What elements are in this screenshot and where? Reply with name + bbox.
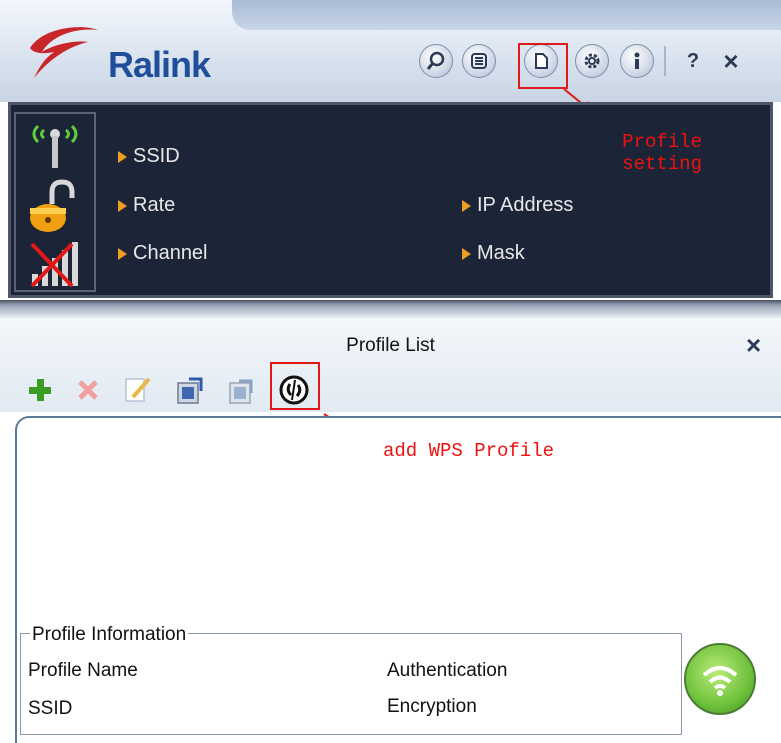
title-bar-tab: [232, 0, 781, 30]
profile-setting-annotation: Profile setting: [612, 131, 702, 175]
import-profile-button[interactable]: [172, 372, 208, 408]
export-profile-button[interactable]: [224, 372, 260, 408]
add-wps-annotation: add WPS Profile: [383, 440, 555, 462]
ip-address-label-text: IP Address: [477, 194, 574, 216]
connect-button[interactable]: [684, 643, 756, 715]
encryption-label: Encryption: [387, 696, 477, 717]
edit-icon: [125, 377, 151, 402]
annotation-line: Profile: [622, 131, 702, 153]
wps-button-highlight: [270, 362, 320, 410]
info-icon: [634, 52, 640, 69]
edit-profile-button[interactable]: [120, 372, 156, 408]
ssid-label-text: SSID: [133, 145, 180, 167]
ssid-label: SSID: [118, 145, 180, 168]
help-button[interactable]: ?: [680, 46, 706, 76]
bullet-icon: [118, 247, 127, 260]
site-survey-button[interactable]: [462, 44, 496, 78]
bullet-icon: [118, 150, 127, 163]
ssid-info-label: SSID: [28, 698, 73, 719]
add-profile-button[interactable]: [22, 372, 58, 408]
ip-address-label: IP Address: [462, 194, 573, 217]
gear-icon: [584, 53, 600, 69]
annotation-line: setting: [622, 153, 702, 175]
rate-label: Rate: [118, 194, 175, 217]
channel-label-text: Channel: [133, 242, 208, 264]
wifi-icon: [702, 666, 738, 696]
authentication-label: Authentication: [387, 660, 508, 681]
profile-button-highlight: [518, 43, 568, 89]
profile-list-header: [0, 318, 781, 412]
toolbar-separator: [664, 46, 666, 76]
rate-label-text: Rate: [133, 194, 176, 216]
import-icon: [177, 377, 203, 404]
close-button[interactable]: ×: [716, 44, 746, 78]
delete-profile-button[interactable]: [70, 372, 106, 408]
mask-label: Mask: [462, 242, 525, 265]
search-button[interactable]: [419, 44, 453, 78]
padlock-open-icon: [30, 179, 75, 232]
profile-information-group: [20, 633, 682, 735]
about-button[interactable]: [620, 44, 654, 78]
add-icon: [29, 379, 51, 401]
signal-antenna-icon: [32, 124, 78, 168]
bullet-icon: [462, 199, 471, 212]
brand-name: Ralink: [108, 44, 211, 85]
signal-bars-crossed-icon: [30, 242, 78, 288]
profile-information-legend: Profile Information: [30, 624, 189, 646]
ralink-logo-icon: [30, 27, 98, 79]
settings-button[interactable]: [575, 44, 609, 78]
profile-name-label: Profile Name: [28, 660, 138, 681]
export-icon: [229, 379, 253, 404]
delete-icon: [78, 380, 98, 400]
list-icon: [471, 53, 487, 69]
channel-label: Channel: [118, 242, 208, 265]
search-icon: [426, 51, 445, 70]
profile-list-title: Profile List: [346, 335, 435, 356]
bullet-icon: [118, 199, 127, 212]
profile-list-close-button[interactable]: ×: [746, 330, 761, 361]
mask-label-text: Mask: [477, 242, 525, 264]
bullet-icon: [462, 247, 471, 260]
panel-divider: [0, 300, 781, 318]
